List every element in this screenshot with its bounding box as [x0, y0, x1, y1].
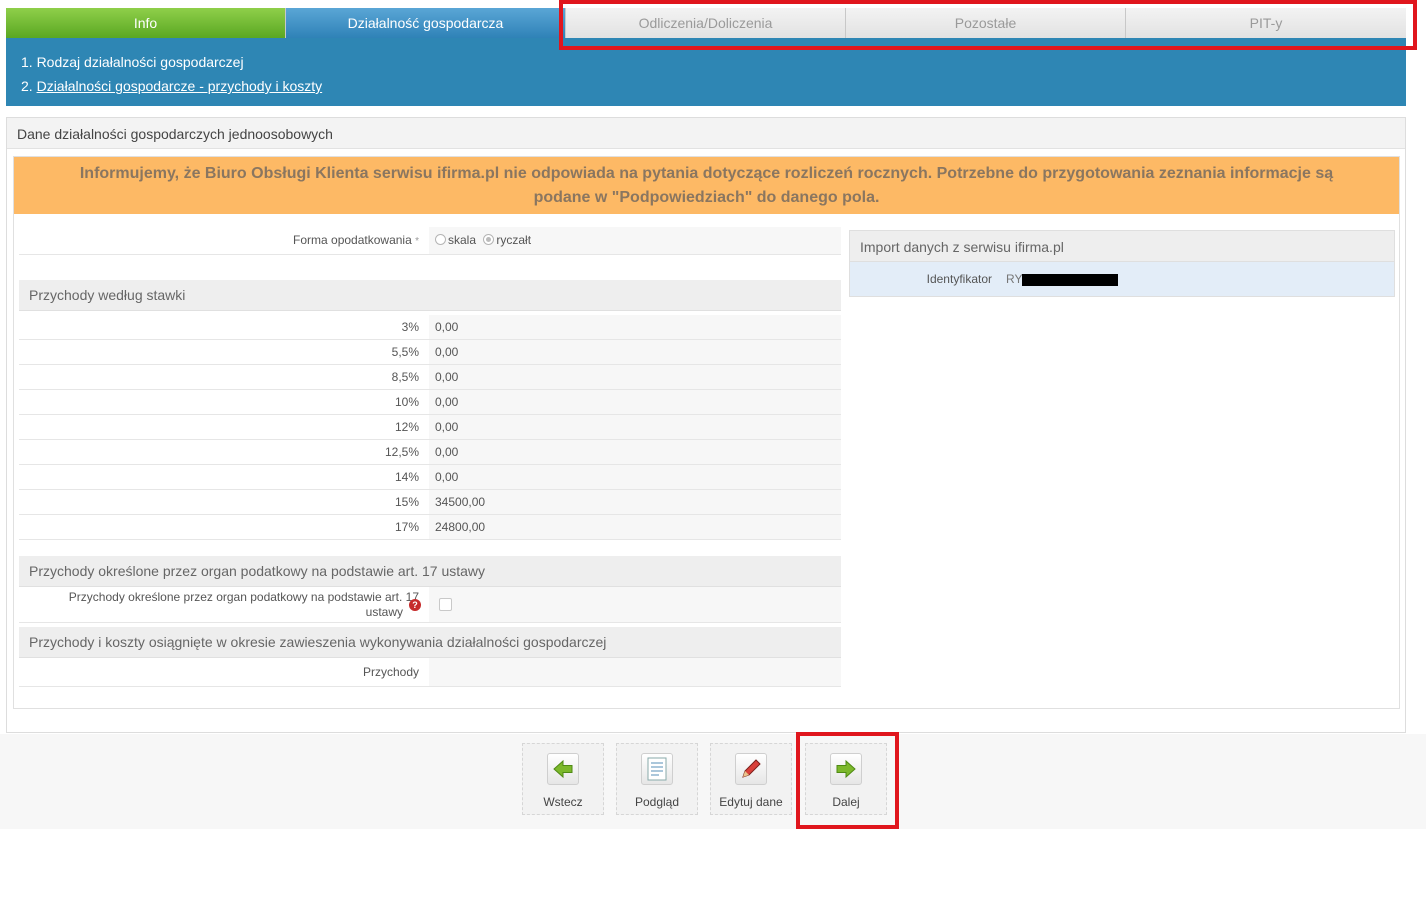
step-1[interactable]: 1. Rodzaj działalności gospodarczej [21, 50, 1406, 74]
warning-line-2: podane w "Podpowiedziach" do danego pola… [533, 189, 880, 206]
import-id-value: RY [1006, 272, 1119, 286]
import-title: Import danych z serwisu ifirma.pl [849, 230, 1395, 262]
warning-line-1: Informujemy, że Biuro Obsługi Klienta se… [79, 165, 1334, 182]
rate-label: 15% [394, 495, 419, 509]
suspension-value [429, 658, 841, 686]
back-button[interactable]: Wstecz [522, 743, 604, 815]
rate-row: 3% 0,00 [19, 315, 841, 340]
rate-value[interactable]: 0,00 [429, 390, 841, 414]
tax-form-options: skala ryczałt [429, 227, 841, 254]
info-warning: Informujemy, że Biuro Obsługi Klienta se… [14, 157, 1399, 214]
rate-row: 12,5% 0,00 [19, 440, 841, 465]
art17-row: Przychody określone przez organ podatkow… [19, 587, 841, 623]
next-label: Dalej [832, 795, 860, 809]
preview-button[interactable]: Podgląd [616, 743, 698, 815]
rate-value[interactable]: 0,00 [429, 440, 841, 464]
rate-row: 5,5% 0,00 [19, 340, 841, 365]
rate-value[interactable]: 24800,00 [429, 515, 841, 539]
art17-label-line1: Przychody określone przez organ podatkow… [68, 590, 419, 604]
radio-skala-label: skala [448, 233, 477, 247]
tab-odliczenia-doliczenia[interactable]: Odliczenia/Doliczenia [566, 8, 846, 38]
rates-section-title: Przychody według stawki [19, 280, 841, 311]
back-label: Wstecz [543, 795, 583, 809]
left-column: Forma opodatkowania * skala ryczałt Przy… [19, 227, 841, 687]
redacted-block [1022, 273, 1119, 286]
rate-value[interactable]: 0,00 [429, 340, 841, 364]
arrow-right-icon [830, 753, 862, 785]
panel-title: Dane działalności gospodarczych jednooso… [7, 118, 1405, 149]
suspension-section-title: Przychody i koszty osiągnięte w okresie … [19, 627, 841, 658]
import-id-label: Identyfikator [926, 272, 992, 286]
import-id-row: Identyfikator RY [849, 262, 1395, 297]
edit-button[interactable]: Edytuj dane [710, 743, 792, 815]
rate-label: 5,5% [391, 345, 419, 359]
radio-skala[interactable] [435, 234, 446, 245]
rate-value[interactable]: 0,00 [429, 365, 841, 389]
suspension-label: Przychody [362, 665, 419, 679]
step-2-link[interactable]: Działalności gospodarcze - przychody i k… [37, 78, 323, 94]
edit-label: Edytuj dane [719, 795, 783, 809]
radio-ryczalt[interactable] [483, 234, 495, 245]
import-id-prefix: RY [1006, 272, 1023, 286]
suspension-row: Przychody [19, 658, 841, 687]
step-2-number: 2. [21, 78, 33, 94]
tax-form-row: Forma opodatkowania * skala ryczałt [19, 227, 841, 255]
art17-label-line2-text: ustawy [365, 605, 403, 619]
art17-label: Przychody określone przez organ podatkow… [19, 587, 429, 622]
rate-row: 14% 0,00 [19, 465, 841, 490]
tab-info[interactable]: Info [6, 8, 286, 38]
form-container: Informujemy, że Biuro Obsługi Klienta se… [13, 156, 1400, 709]
rate-value[interactable]: 0,00 [429, 415, 841, 439]
tax-form-label: Forma opodatkowania * [19, 227, 429, 254]
rate-row: 15% 34500,00 [19, 490, 841, 515]
rate-label: 3% [401, 320, 419, 334]
rate-label: 8,5% [391, 370, 419, 384]
art17-section-title: Przychody określone przez organ podatkow… [19, 556, 841, 587]
rate-row: 10% 0,00 [19, 390, 841, 415]
arrow-left-icon [547, 753, 579, 785]
art17-value [429, 587, 841, 622]
rate-label: 12,5% [384, 445, 419, 459]
steps-nav: 1. Rodzaj działalności gospodarczej 2. D… [6, 38, 1406, 106]
next-button[interactable]: Dalej [805, 743, 887, 815]
tax-form-label-text: Forma opodatkowania [293, 233, 412, 247]
tab-dzialalnosc-gospodarcza[interactable]: Działalność gospodarcza [286, 8, 566, 38]
rate-label: 14% [394, 470, 419, 484]
art17-label-line2: ustawy ? [19, 599, 421, 620]
required-mark: * [415, 236, 419, 247]
radio-ryczalt-label: ryczałt [496, 233, 532, 247]
button-bar: Wstecz Podgląd Edytuj dane Dalej [0, 734, 1426, 829]
rate-row: 8,5% 0,00 [19, 365, 841, 390]
rate-row: 17% 24800,00 [19, 515, 841, 540]
help-icon[interactable]: ? [409, 599, 421, 611]
art17-checkbox[interactable] [439, 598, 452, 611]
right-column: Import danych z serwisu ifirma.pl Identy… [849, 230, 1395, 297]
rate-value[interactable]: 0,00 [429, 465, 841, 489]
main-panel: Dane działalności gospodarczych jednooso… [6, 117, 1406, 733]
document-preview-icon [641, 753, 673, 785]
step-2: 2. Działalności gospodarcze - przychody … [21, 74, 1406, 98]
rates-table: 3% 0,00 5,5% 0,00 8,5% 0,00 10% 0,00 12% 0,00 12,5… [19, 315, 841, 540]
pen-icon [735, 753, 767, 785]
preview-label: Podgląd [634, 795, 680, 809]
rate-row: 12% 0,00 [19, 415, 841, 440]
rate-label: 17% [394, 520, 419, 534]
rate-label: 10% [394, 395, 419, 409]
rate-value[interactable]: 0,00 [429, 315, 841, 339]
tab-pit-y[interactable]: PIT-y [1126, 8, 1406, 38]
tab-bar: Info Działalność gospodarcza Odliczenia/… [6, 8, 1406, 38]
tab-pozostale[interactable]: Pozostałe [846, 8, 1126, 38]
rate-value[interactable]: 34500,00 [429, 490, 841, 514]
rate-label: 12% [394, 420, 419, 434]
